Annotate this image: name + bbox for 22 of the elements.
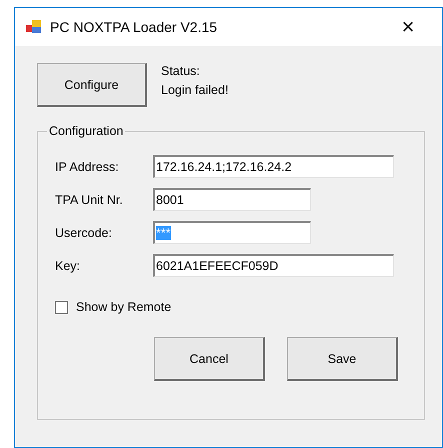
field-value: *** — [156, 226, 171, 240]
field-value: 172.16.24.1;172.16.24.2 — [156, 160, 292, 174]
input-field[interactable]: 8001 — [153, 188, 311, 211]
input-field[interactable]: 6021A1EFEECF059D — [153, 254, 394, 277]
window-title: PC NOXTPA Loader V2.15 — [50, 19, 218, 35]
close-button[interactable]: × — [388, 14, 428, 40]
app-icon — [26, 20, 42, 34]
field-label: IP Address: — [55, 160, 120, 174]
configure-button[interactable]: Configure — [37, 63, 147, 107]
group-title: Configuration — [48, 124, 124, 138]
checkbox-label: Show by Remote — [76, 300, 172, 314]
field-label: Usercode: — [55, 226, 113, 240]
status-message: Login failed! — [161, 83, 228, 97]
cancel-button[interactable]: Cancel — [154, 337, 265, 381]
checkbox[interactable] — [55, 300, 68, 314]
status-label: Status: — [161, 64, 201, 78]
field-label: Key: — [55, 258, 82, 272]
field-value: 8001 — [156, 193, 184, 207]
field-value: 6021A1EFEECF059D — [156, 259, 278, 273]
field-label: TPA Unit Nr. — [55, 192, 124, 206]
input-field[interactable]: 172.16.24.1;172.16.24.2 — [153, 155, 394, 178]
save-button[interactable]: Save — [287, 337, 398, 381]
